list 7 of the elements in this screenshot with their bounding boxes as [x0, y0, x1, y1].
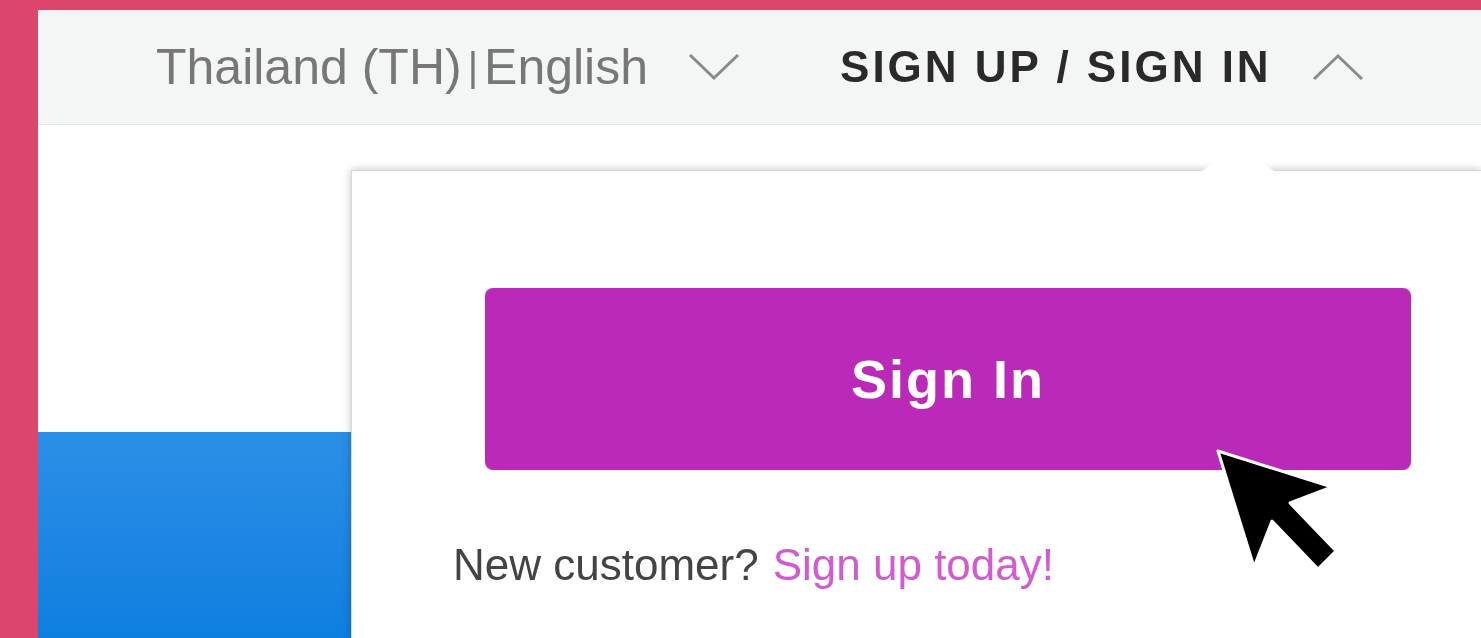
- separator: |: [467, 44, 479, 91]
- language-label[interactable]: English: [484, 29, 649, 105]
- new-customer-text: New customer?: [453, 539, 759, 591]
- account-menu-toggle[interactable]: SIGN UP / SIGN IN: [840, 34, 1272, 100]
- sign-up-link[interactable]: Sign up today!: [772, 532, 1054, 598]
- sign-in-button[interactable]: Sign In: [485, 288, 1411, 470]
- region-label[interactable]: Thailand (TH): [156, 29, 462, 105]
